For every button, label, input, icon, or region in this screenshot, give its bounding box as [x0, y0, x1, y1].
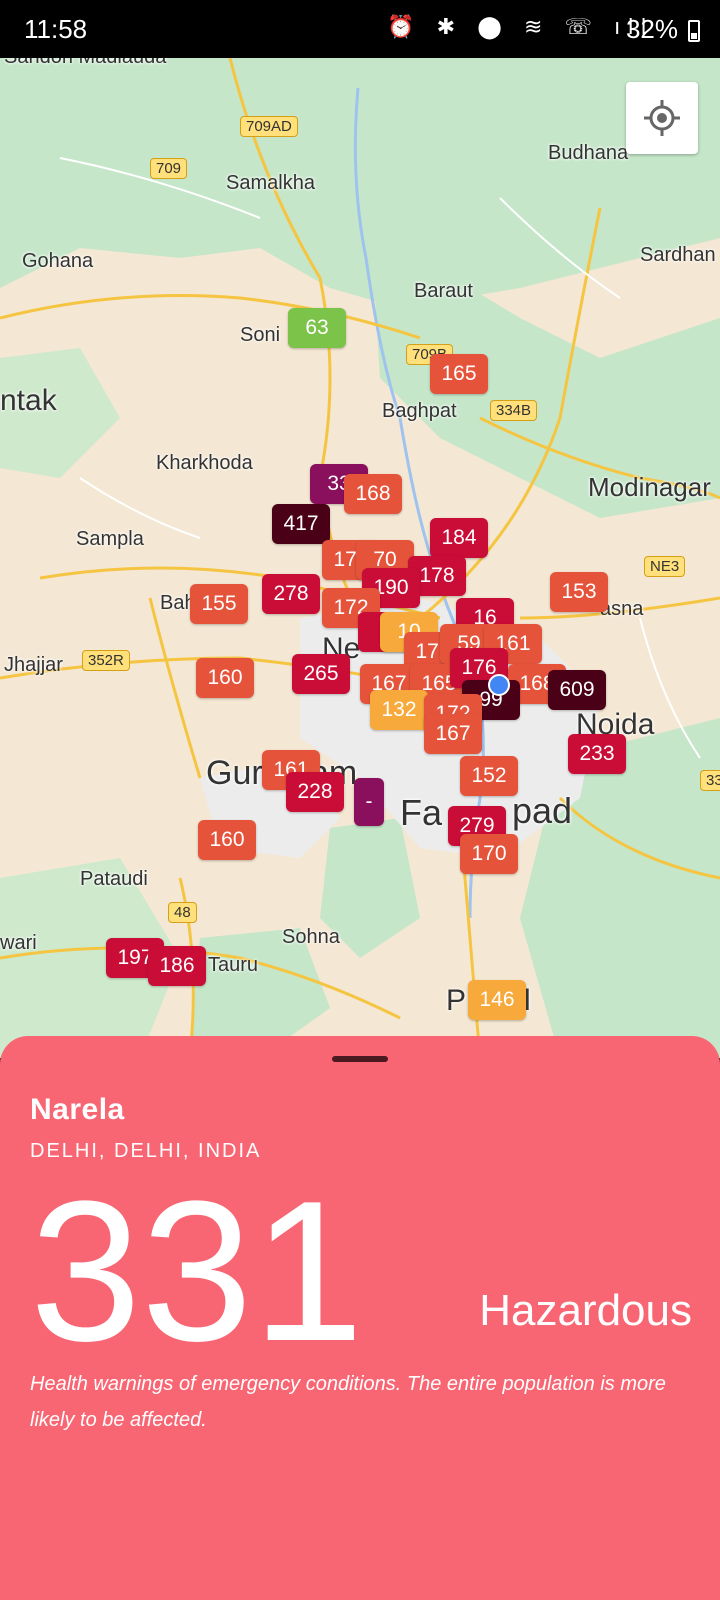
battery-percent: 32%: [625, 14, 678, 44]
crosshair-icon: [644, 100, 680, 136]
aqi-marker[interactable]: 63: [288, 308, 346, 348]
road-shield: 33: [700, 770, 720, 791]
aqi-marker[interactable]: 170: [460, 834, 518, 874]
place-label: Baraut: [414, 280, 473, 302]
place-label: pad: [512, 790, 573, 831]
aqi-marker[interactable]: 278: [262, 574, 320, 614]
place-label: Fa: [400, 792, 443, 833]
place-label: Gohana: [22, 250, 94, 272]
aqi-map[interactable]: Sandoh Madlauda Samalkha Budhana Gohana …: [0, 58, 720, 1058]
aqi-marker[interactable]: 609: [548, 670, 606, 710]
aqi-marker[interactable]: 167: [424, 714, 482, 754]
place-label: Sohna: [282, 926, 340, 948]
station-detail-sheet[interactable]: Narela DELHI, DELHI, INDIA 331 Hazardous…: [0, 1036, 720, 1600]
road-shield: 334B: [490, 400, 538, 421]
aqi-marker[interactable]: 155: [190, 584, 248, 624]
aqi-marker[interactable]: -: [354, 778, 384, 826]
place-label: Gur: [206, 754, 263, 792]
place-label: ntak: [0, 384, 57, 417]
place-label: Sardhan: [640, 244, 716, 266]
road-shield: 709: [150, 158, 188, 179]
place-label: Samalkha: [226, 172, 315, 194]
aqi-marker[interactable]: 265: [292, 654, 350, 694]
aqi-marker[interactable]: 165: [430, 354, 488, 394]
road-shield: NE3: [644, 556, 686, 577]
aqi-marker[interactable]: 186: [148, 946, 206, 986]
place-label: Sampla: [76, 528, 144, 550]
aqi-marker[interactable]: 160: [198, 820, 256, 860]
aqi-value: 331: [30, 1160, 364, 1383]
place-label: Pataudi: [80, 868, 148, 890]
battery-icon: [688, 20, 700, 42]
place-label: wari: [0, 932, 37, 954]
road-shield: 48: [168, 902, 197, 923]
aqi-marker[interactable]: 132: [370, 690, 428, 730]
place-label: Kharkhoda: [156, 452, 253, 474]
place-label: Budhana: [548, 142, 629, 164]
aqi-marker[interactable]: 160: [196, 658, 254, 698]
my-location-dot: [488, 674, 510, 696]
my-location-button[interactable]: [626, 82, 698, 154]
status-time: 11:58: [24, 14, 88, 44]
road-shield: 709AD: [240, 116, 298, 137]
place-label: P: [446, 984, 467, 1017]
aqi-level: Hazardous: [479, 1286, 692, 1335]
aqi-marker[interactable]: 228: [286, 772, 344, 812]
place-label: Sandoh Madlauda: [4, 58, 166, 69]
health-description: Health warnings of emergency conditions.…: [30, 1373, 666, 1431]
place-label: Tauru: [208, 954, 259, 976]
place-label: Jhajjar: [4, 654, 63, 676]
sheet-drag-handle[interactable]: [332, 1056, 388, 1062]
station-name: Narela: [30, 1093, 125, 1126]
place-label: Modinagar: [588, 472, 711, 502]
aqi-marker[interactable]: 152: [460, 756, 518, 796]
aqi-marker[interactable]: 153: [550, 572, 608, 612]
aqi-marker[interactable]: 146: [468, 980, 526, 1020]
place-label: Soni: [240, 324, 281, 346]
aqi-marker[interactable]: 417: [272, 504, 330, 544]
place-label: Baghpat: [382, 400, 457, 422]
road-shield: 352R: [82, 650, 130, 671]
aqi-marker[interactable]: 233: [568, 734, 626, 774]
status-icons: ⏰ ✱ ⬤ ≋ ☏ ıll: [387, 14, 654, 39]
status-bar: 11:58 ⏰ ✱ ⬤ ≋ ☏ ıll 32%: [0, 0, 720, 58]
aqi-marker[interactable]: 168: [344, 474, 402, 514]
aqi-marker[interactable]: 184: [430, 518, 488, 558]
